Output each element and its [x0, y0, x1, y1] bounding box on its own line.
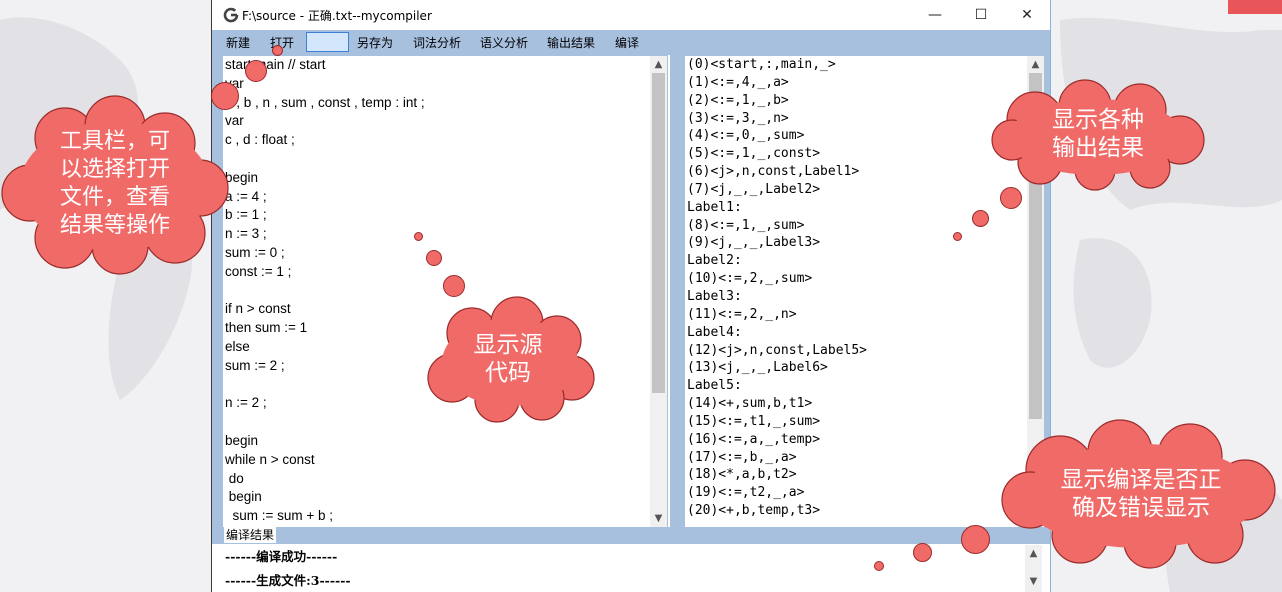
menu-lexical-analysis[interactable]: 词法分析 — [413, 34, 461, 51]
output-line: (3)<:=,3,_,n> — [687, 110, 789, 126]
menu-save-as[interactable]: 另存为 — [357, 34, 393, 51]
output-line: (13)<j,_,_,Label6> — [687, 360, 828, 376]
app-logo-icon — [223, 7, 239, 23]
output-line: Label3: — [687, 288, 742, 304]
scroll-down-arrow-icon[interactable]: ▼ — [1025, 573, 1042, 590]
editor-scroll-thumb[interactable] — [652, 73, 665, 393]
output-line: (1)<:=,4,_,a> — [687, 74, 789, 90]
console-line: ------生成文件:3------ — [225, 573, 351, 588]
menu-new[interactable]: 新建 — [226, 34, 250, 51]
thought-bubble — [443, 275, 465, 297]
compile-status-console[interactable]: ------编译成功------ ------生成文件:3------ — [223, 545, 1033, 592]
code-line: sum := sum + b ; — [225, 508, 334, 524]
callout-compile-status: 显示编译是否正 确及错误显示 — [1000, 419, 1282, 569]
output-line: Label4: — [687, 324, 742, 340]
title-bar: F:\source - 正确.txt--mycompiler — ☐ ✕ — [212, 0, 1050, 30]
output-line: (2)<:=,1,_,b> — [687, 92, 789, 108]
callout-output-text: 显示各种 输出结果 — [1052, 107, 1144, 161]
output-line: (14)<+,sum,b,t1> — [687, 396, 813, 412]
output-line: (15)<:=,t1,_,sum> — [687, 413, 821, 429]
toolbar: 新建 打开 另存为 词法分析 语义分析 输出结果 编译 — [212, 30, 1050, 55]
close-button[interactable]: ✕ — [1004, 0, 1050, 30]
output-line: (17)<:=,b,_,a> — [687, 449, 797, 465]
callout-source: 显示源 代码 — [422, 296, 595, 423]
thought-bubble — [874, 561, 884, 571]
editor-scrollbar[interactable]: ▲ ▼ — [650, 56, 667, 527]
output-line: (6)<j>,n,const,Label1> — [687, 164, 860, 180]
output-line: (19)<:=,t2,_,a> — [687, 485, 805, 501]
output-results-panel[interactable]: (0)<start,:,main,_> (1)<:=,4,_,a> (2)<:=,1… — [685, 56, 1027, 527]
output-line: (18)<*,a,b,t2> — [687, 467, 797, 483]
thought-bubble — [211, 82, 239, 110]
maximize-button[interactable]: ☐ — [958, 0, 1004, 30]
output-line: (20)<+,b,temp,t3> — [687, 503, 821, 519]
code-line: begin — [225, 169, 259, 185]
output-line: Label5: — [687, 378, 742, 394]
output-line: (12)<j>,n,const,Label5> — [687, 342, 868, 358]
thought-bubble — [913, 543, 932, 562]
code-line: begin — [225, 432, 259, 448]
toolbar-input[interactable] — [306, 32, 349, 52]
output-line: (16)<:=,a,_,temp> — [687, 431, 821, 447]
window-title: F:\source - 正确.txt--mycompiler — [242, 9, 432, 23]
output-line: (10)<:=,2,_,sum> — [687, 271, 813, 287]
thought-bubble — [1000, 187, 1022, 209]
code-line: begin — [225, 489, 262, 505]
code-line: var — [225, 75, 244, 91]
thought-bubble — [972, 210, 989, 227]
output-line: (11)<:=,2,_,n> — [687, 306, 797, 322]
callout-output: 显示各种 输出结果 — [990, 79, 1206, 191]
callout-source-text: 显示源 代码 — [473, 332, 543, 386]
thought-bubble — [245, 60, 267, 82]
minimize-button[interactable]: — — [912, 0, 958, 30]
code-line: var — [225, 113, 244, 129]
callout-toolbar-text: 工具栏，可 以选择打开 文件，查看 结果等操作 — [59, 129, 170, 238]
callout-compile-status-text: 显示编译是否正 确及错误显示 — [1060, 467, 1222, 521]
menu-compile[interactable]: 编译 — [615, 34, 639, 51]
output-line: (7)<j,_,_,Label2> — [687, 181, 821, 197]
thought-bubble — [414, 232, 423, 241]
thought-bubble — [953, 232, 962, 241]
output-line: (9)<j,_,_,Label3> — [687, 235, 821, 251]
output-line: (0)<start,:,main,_> — [687, 57, 836, 72]
code-line: a := 4 ; — [225, 188, 267, 204]
code-line: while n > const — [225, 451, 315, 467]
thought-bubble — [272, 45, 283, 56]
console-line: ------编译成功------ — [225, 549, 338, 564]
scroll-up-arrow-icon[interactable]: ▲ — [650, 56, 667, 73]
compile-result-label: 编译结果 — [224, 527, 277, 543]
output-line: Label2: — [687, 253, 742, 269]
output-line: (4)<:=,0,_,sum> — [687, 128, 805, 144]
scroll-up-arrow-icon[interactable]: ▲ — [1027, 56, 1044, 73]
code-line: n := 3 ; — [225, 226, 267, 242]
output-line: (5)<:=,1,_,const> — [687, 146, 821, 162]
scroll-down-arrow-icon[interactable]: ▼ — [650, 510, 667, 527]
corner-accent — [1228, 0, 1282, 14]
code-line: c , d : float ; — [225, 132, 295, 148]
code-line: b := 1 ; — [225, 207, 267, 223]
app-window: F:\source - 正确.txt--mycompiler — ☐ ✕ 新建 … — [211, 0, 1051, 592]
source-code-editor[interactable]: start main // start var a , b , n , sum , … — [223, 56, 650, 527]
thought-bubble — [426, 250, 442, 266]
code-line: do — [225, 470, 244, 486]
menu-output-results[interactable]: 输出结果 — [547, 34, 595, 51]
code-line: start main // start — [225, 57, 326, 72]
thought-bubble — [961, 525, 990, 554]
code-line: a , b , n , sum , const , temp : int ; — [225, 94, 425, 110]
callout-toolbar: 工具栏，可 以选择打开 文件，查看 结果等操作 — [1, 95, 229, 275]
status-label-bar: 编译结果 — [212, 527, 1050, 544]
menu-semantic-analysis[interactable]: 语义分析 — [480, 34, 528, 51]
